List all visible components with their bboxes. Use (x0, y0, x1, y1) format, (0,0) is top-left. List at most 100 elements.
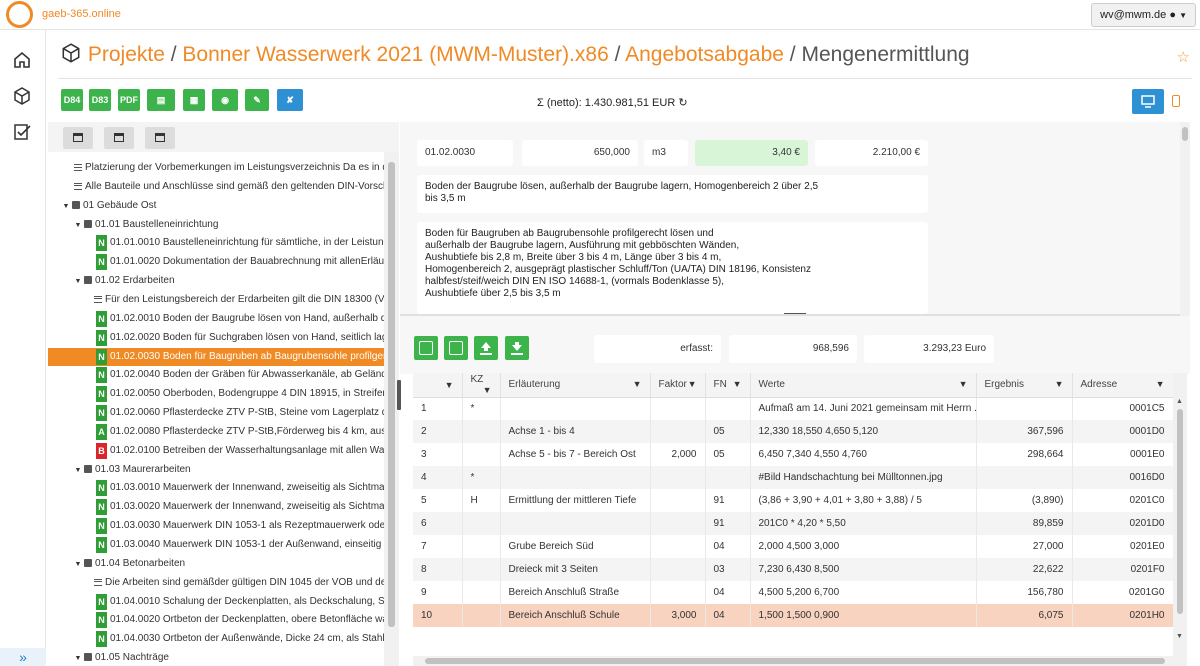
tree-position[interactable]: A 01.02.0080 Pflasterdecke ZTV P-StB,Förd… (48, 423, 384, 441)
long-text[interactable]: Boden für Baugruben ab Baugrubensohle pr… (417, 222, 928, 314)
cell-faktor[interactable] (650, 558, 706, 581)
id-card-button[interactable]: ▤ (147, 89, 175, 111)
table-row[interactable]: 9 Bereich Anschluß Straße 04 4,500 5,200 6,… (413, 581, 1174, 604)
table-row[interactable]: 4 * #Bild Handschachtung bei Mülltonnen.jp… (413, 466, 1174, 489)
cell-fn[interactable]: 05 (705, 443, 751, 466)
cell-fn[interactable] (705, 397, 751, 420)
short-text[interactable]: Boden der Baugrube lösen, außerhalb der … (417, 175, 928, 213)
table-row[interactable]: 5 H Ermittlung der mittleren Tiefe 91 (3,86 … (413, 489, 1174, 512)
cell-nr[interactable]: 8 (413, 558, 463, 581)
tree-toggle-icon[interactable]: ▼ (60, 198, 72, 215)
cell-kz[interactable] (462, 535, 501, 558)
cell-ergebnis[interactable]: (3,890) (976, 489, 1073, 512)
cell-fn[interactable]: 04 (705, 581, 751, 604)
cell-ergebnis[interactable]: 367,596 (976, 420, 1073, 443)
cell-fn[interactable]: 04 (705, 604, 751, 627)
cell-adresse[interactable]: 0201C0 (1072, 489, 1174, 512)
cell-ergebnis[interactable] (976, 466, 1073, 489)
tree-text-item[interactable]: Für den Leistungsbereich der Erdarbeiten… (48, 291, 384, 309)
tools-button[interactable]: ✘ (277, 89, 303, 111)
tree-text-item[interactable]: Alle Bauteile und Anschlüsse sind gemäß … (48, 178, 384, 196)
favorite-star-icon[interactable]: ☆ (1177, 48, 1190, 66)
oz-field[interactable]: 01.02.0030 (417, 140, 513, 166)
cell-faktor[interactable] (650, 512, 706, 535)
cell-werte[interactable]: 6,450 7,340 4,550 4,760 (750, 443, 977, 466)
cell-faktor[interactable] (650, 489, 706, 512)
cell-fn[interactable] (705, 466, 751, 489)
refresh-icon[interactable]: ↻ (678, 97, 687, 109)
cell-faktor[interactable] (650, 420, 706, 443)
tree-position[interactable]: N 01.02.0010 Boden der Baugrube lösen von… (48, 310, 384, 328)
cell-kz[interactable]: * (462, 466, 501, 489)
cell-faktor[interactable]: 3,000 (650, 604, 706, 627)
table-row[interactable]: 1 * Aufmaß am 14. Juni 2021 gemeinsam mit … (413, 397, 1174, 420)
tree-toggle-icon[interactable]: ▼ (72, 462, 84, 479)
tree-group[interactable]: ▼ 01 Gebäude Ost (48, 197, 384, 215)
remove-row-button[interactable] (444, 336, 468, 360)
edit-button[interactable]: ✎ (245, 89, 269, 111)
checklist-icon[interactable] (12, 122, 32, 142)
cell-erl[interactable]: Ermittlung der mittleren Tiefe (500, 489, 651, 512)
cell-nr[interactable]: 4 (413, 466, 463, 489)
table-row[interactable]: 7 Grube Bereich Süd 04 2,000 4,500 3,000 27,… (413, 535, 1174, 558)
calculator-button[interactable]: ▦ (183, 89, 205, 111)
user-menu[interactable]: wv@mwm.de ● ▼ (1091, 3, 1196, 27)
cell-nr[interactable]: 7 (413, 535, 463, 558)
col-header-erlaeuterung[interactable]: Erläuterung ▼ (500, 373, 651, 398)
cell-adresse[interactable]: 0201F0 (1072, 558, 1174, 581)
cell-erl[interactable] (500, 466, 651, 489)
cell-werte[interactable]: 12,330 18,550 4,650 5,120 (750, 420, 977, 443)
filter-icon[interactable]: ▼ (688, 379, 697, 389)
cell-adresse[interactable]: 0001C5 (1072, 397, 1174, 420)
tree-position[interactable]: B 01.02.0100 Betreiben der Wasserhaltungs… (48, 442, 384, 460)
table-row[interactable]: 8 Dreieck mit 3 Seiten 03 7,230 6,430 8,500… (413, 558, 1174, 581)
cell-adresse[interactable]: 0201H0 (1072, 604, 1174, 627)
cell-adresse[interactable]: 0001D0 (1072, 420, 1174, 443)
table-row[interactable]: 10 Bereich Anschluß Schule 3,000 04 1,500 1,… (413, 604, 1174, 627)
cell-erl[interactable] (500, 397, 651, 420)
tree-text-item[interactable]: Die Arbeiten sind gemäßder gültigen DIN … (48, 574, 384, 592)
cell-erl[interactable]: Achse 5 - bis 7 - Bereich Ost (500, 443, 651, 466)
cell-werte[interactable]: 7,230 6,430 8,500 (750, 558, 977, 581)
cell-erl[interactable]: Bereich Anschluß Straße (500, 581, 651, 604)
cell-ergebnis[interactable]: 27,000 (976, 535, 1073, 558)
tree-toggle-icon[interactable]: ▼ (72, 556, 84, 573)
scrollbar-thumb[interactable] (425, 658, 1165, 664)
expand-all-button[interactable] (104, 127, 134, 149)
col-header-adresse[interactable]: Adresse ▼ (1072, 373, 1174, 398)
tree-group[interactable]: ▼ 01.05 Nachträge (48, 649, 384, 666)
cell-adresse[interactable]: 0201D0 (1072, 512, 1174, 535)
tree-position[interactable]: N 01.04.0020 Ortbeton der Deckenplatten, … (48, 611, 384, 629)
collapse-all-button[interactable] (63, 127, 93, 149)
breadcrumb-project[interactable]: Bonner Wasserwerk 2021 (MWM-Muster).x86 (182, 43, 608, 66)
tree-position[interactable]: N 01.02.0030 Boden für Baugruben ab Baugr… (48, 347, 384, 366)
tree-toggle-icon[interactable]: ▼ (72, 273, 84, 290)
col-header-ergebnis[interactable]: Ergebnis ▼ (976, 373, 1073, 398)
cell-nr[interactable]: 3 (413, 443, 463, 466)
col-header-kz[interactable]: KZ ▼ (462, 373, 501, 398)
cell-werte[interactable]: 2,000 4,500 3,000 (750, 535, 977, 558)
cell-adresse[interactable]: 0001E0 (1072, 443, 1174, 466)
tree-position[interactable]: N 01.02.0050 Oberboden, Bodengruppe 4 DIN… (48, 385, 384, 403)
cell-faktor[interactable] (650, 535, 706, 558)
export-pdf-button[interactable]: PDF (118, 89, 140, 111)
cell-kz[interactable]: * (462, 397, 501, 420)
expand-level-button[interactable] (145, 127, 175, 149)
cell-kz[interactable] (462, 443, 501, 466)
export-d84-button[interactable]: D84 (61, 89, 83, 111)
tree-group[interactable]: ▼ 01.04 Betonarbeiten (48, 555, 384, 573)
filter-icon[interactable]: ▼ (633, 379, 642, 389)
breadcrumb-projects[interactable]: Projekte (88, 43, 165, 66)
col-header-fn[interactable]: FN ▼ (705, 373, 751, 398)
view-eye-button[interactable]: ◉ (212, 89, 238, 111)
unit-price-field[interactable]: 3,40 € (695, 140, 808, 166)
scroll-up-icon[interactable]: ▲ (1176, 398, 1183, 405)
scroll-down-icon[interactable]: ▼ (1176, 633, 1183, 640)
cell-ergebnis[interactable] (976, 397, 1073, 420)
cell-erl[interactable] (500, 512, 651, 535)
cell-fn[interactable]: 03 (705, 558, 751, 581)
tree-position[interactable]: N 01.03.0040 Mauerwerk DIN 1053-1 der Auß… (48, 536, 384, 554)
expand-nav-button[interactable]: » (0, 648, 46, 666)
scrollbar-thumb[interactable] (1182, 127, 1188, 141)
tree-position[interactable]: N 01.04.0030 Ortbeton der Außenwände, Dic… (48, 630, 384, 648)
